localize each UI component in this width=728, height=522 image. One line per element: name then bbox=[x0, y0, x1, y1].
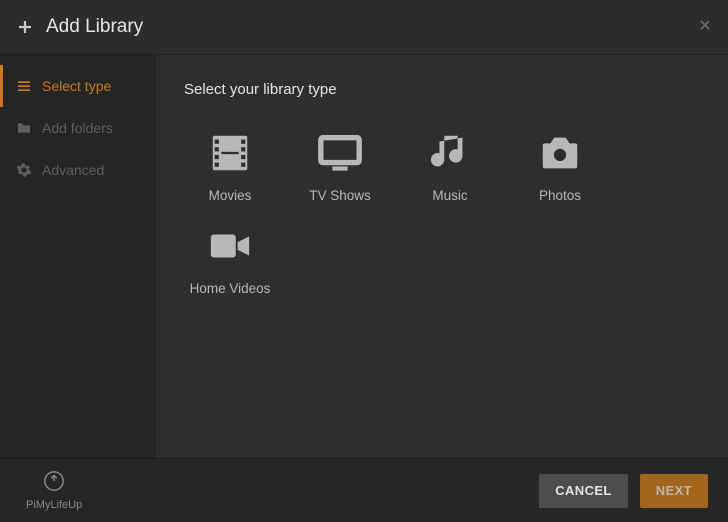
library-type-label: Photos bbox=[539, 188, 581, 203]
modal-header: Add Library bbox=[0, 0, 728, 55]
next-button[interactable]: NEXT bbox=[640, 474, 708, 508]
sidebar-item-select-type[interactable]: Select type bbox=[0, 65, 156, 107]
plus-icon bbox=[16, 18, 34, 36]
library-type-label: Music bbox=[432, 188, 467, 203]
library-type-music[interactable]: Music bbox=[404, 128, 496, 203]
cancel-button[interactable]: CANCEL bbox=[539, 474, 628, 508]
library-type-movies[interactable]: Movies bbox=[184, 128, 276, 203]
library-type-grid: Movies TV Shows bbox=[184, 128, 700, 296]
close-button[interactable] bbox=[698, 18, 712, 37]
library-type-photos[interactable]: Photos bbox=[514, 128, 606, 203]
brand-watermark: PiMyLifeUp bbox=[26, 470, 82, 511]
sidebar-item-advanced[interactable]: Advanced bbox=[0, 149, 156, 191]
modal-title: Add Library bbox=[46, 16, 143, 38]
sidebar-item-label: Advanced bbox=[42, 162, 104, 178]
modal-footer: PiMyLifeUp CANCEL NEXT bbox=[0, 458, 728, 522]
library-type-label: Movies bbox=[209, 188, 252, 203]
gear-icon bbox=[16, 162, 32, 178]
brand-logo-icon bbox=[43, 470, 65, 497]
brand-text: PiMyLifeUp bbox=[26, 499, 82, 511]
sidebar-item-label: Select type bbox=[42, 78, 111, 94]
wizard-sidebar: Select type Add folders Advanced bbox=[0, 55, 156, 458]
list-icon bbox=[16, 78, 32, 94]
sidebar-item-label: Add folders bbox=[42, 120, 113, 136]
camera-icon bbox=[535, 128, 585, 178]
wizard-main: Select your library type bbox=[156, 55, 728, 458]
sidebar-item-add-folders[interactable]: Add folders bbox=[0, 107, 156, 149]
main-heading: Select your library type bbox=[184, 81, 700, 98]
library-type-label: Home Videos bbox=[190, 281, 271, 296]
library-type-label: TV Shows bbox=[309, 188, 371, 203]
library-type-home-videos[interactable]: Home Videos bbox=[184, 221, 276, 296]
tv-icon bbox=[315, 128, 365, 178]
music-note-icon bbox=[425, 128, 475, 178]
library-type-tv-shows[interactable]: TV Shows bbox=[294, 128, 386, 203]
modal-body: Select type Add folders Advanced bbox=[0, 55, 728, 458]
video-camera-icon bbox=[205, 221, 255, 271]
folder-icon bbox=[16, 120, 32, 136]
add-library-modal: Add Library Select type bbox=[0, 0, 728, 522]
film-icon bbox=[205, 128, 255, 178]
